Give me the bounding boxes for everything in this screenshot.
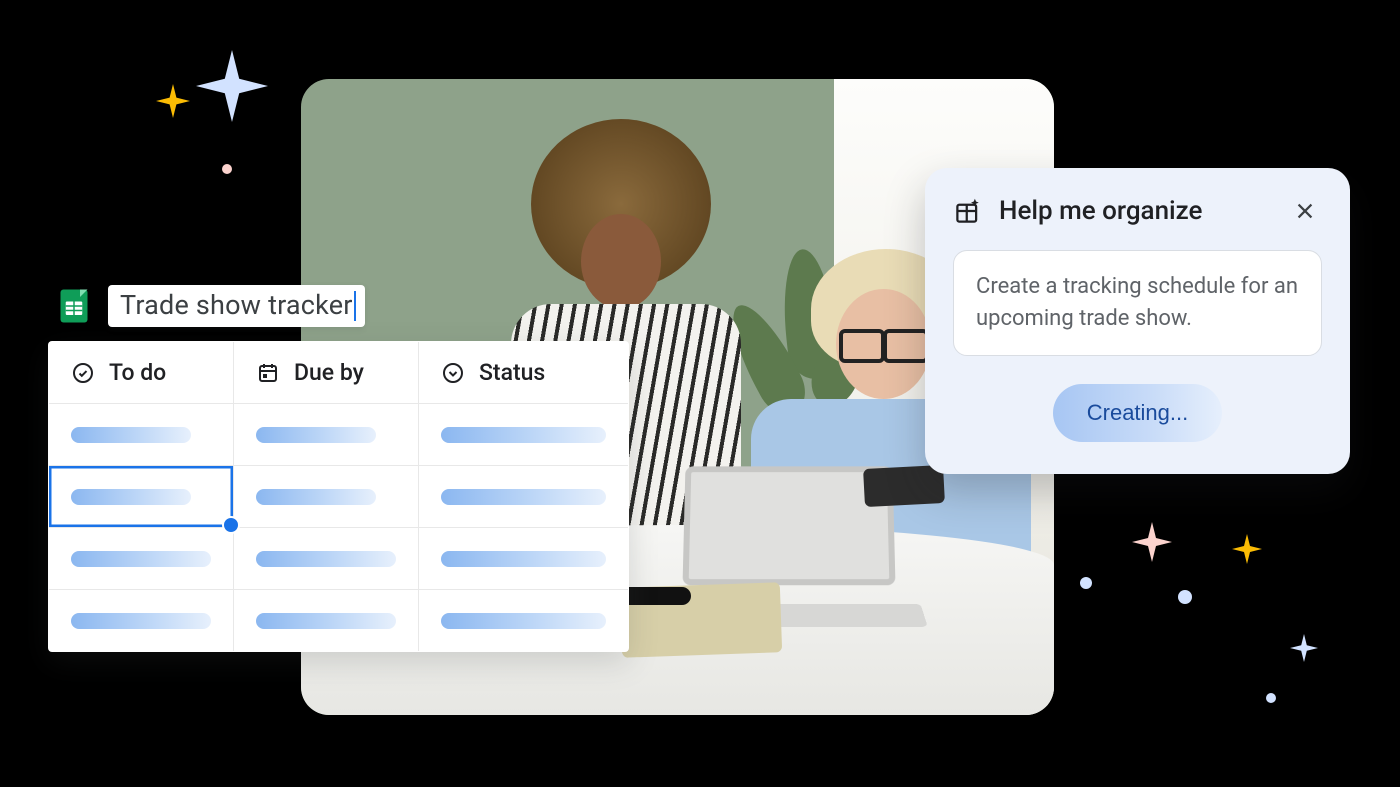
sparkle-icon xyxy=(1232,534,1262,564)
cell-selected[interactable] xyxy=(49,466,234,528)
cell[interactable] xyxy=(234,590,419,652)
help-me-organize-icon xyxy=(953,196,983,226)
sparkle-icon xyxy=(196,50,268,122)
cell[interactable] xyxy=(234,528,419,590)
cell[interactable] xyxy=(234,466,419,528)
sparkle-icon xyxy=(1290,634,1318,662)
cell[interactable] xyxy=(49,528,234,590)
tracker-table: To do Due by xyxy=(48,341,629,652)
decorative-dot xyxy=(1080,577,1092,589)
sparkle-icon xyxy=(156,84,190,118)
document-title-input[interactable]: Trade show tracker xyxy=(108,285,365,327)
close-icon xyxy=(1294,200,1316,222)
check-circle-icon xyxy=(71,361,95,385)
table-row xyxy=(49,404,629,466)
help-me-organize-panel: Help me organize Create a tracking sched… xyxy=(925,168,1350,474)
table-row xyxy=(49,590,629,652)
cell[interactable] xyxy=(49,590,234,652)
close-button[interactable] xyxy=(1288,194,1322,228)
creating-button[interactable]: Creating... xyxy=(1053,384,1223,442)
table-row xyxy=(49,528,629,590)
panel-title: Help me organize xyxy=(999,196,1272,226)
prompt-input[interactable]: Create a tracking schedule for an upcomi… xyxy=(953,250,1322,356)
column-header-status[interactable]: Status xyxy=(419,342,629,404)
cell[interactable] xyxy=(419,528,629,590)
cell[interactable] xyxy=(419,404,629,466)
calendar-icon xyxy=(256,361,280,385)
sparkle-icon xyxy=(1132,522,1172,562)
column-label: Status xyxy=(479,359,545,386)
column-label: To do xyxy=(109,359,166,386)
column-header-dueby[interactable]: Due by xyxy=(234,342,419,404)
table-row xyxy=(49,466,629,528)
google-sheets-icon xyxy=(56,288,92,324)
decorative-dot xyxy=(1266,693,1276,703)
cell[interactable] xyxy=(419,466,629,528)
column-header-todo[interactable]: To do xyxy=(49,342,234,404)
decorative-dot xyxy=(1178,590,1192,604)
cell[interactable] xyxy=(419,590,629,652)
column-label: Due by xyxy=(294,359,364,386)
sheets-card: Trade show tracker To do xyxy=(48,285,603,652)
decorative-dot xyxy=(222,164,232,174)
cell[interactable] xyxy=(49,404,234,466)
cell[interactable] xyxy=(234,404,419,466)
chevron-down-circle-icon xyxy=(441,361,465,385)
